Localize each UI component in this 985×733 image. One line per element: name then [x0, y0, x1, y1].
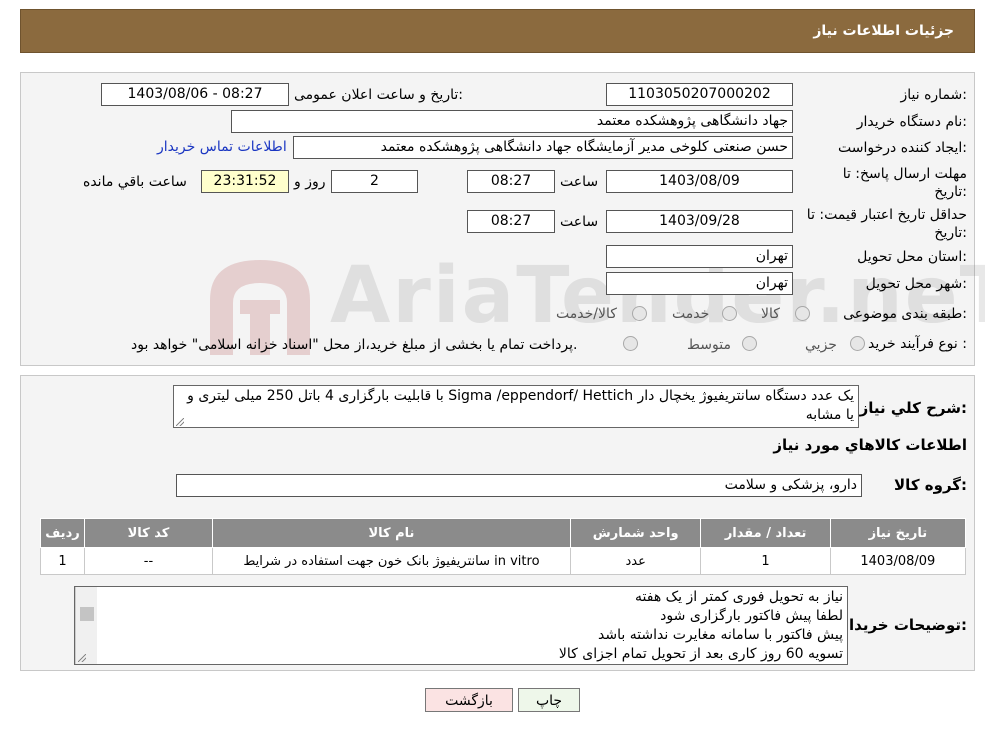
cell-row: 1: [40, 547, 85, 575]
announce-datetime-field: 1403/08/06 - 08:27: [101, 83, 289, 106]
reply-deadline-label: مهلت ارسال پاسخ: تا: [842, 166, 967, 182]
delivery-province-field: تهران: [606, 245, 793, 268]
delivery-city-field: تهران: [606, 272, 793, 295]
buyer-contact-link[interactable]: اطلاعات تماس خریدار: [157, 139, 287, 155]
description-label: شرح کلي نياز:: [859, 399, 967, 417]
print-button[interactable]: چاپ: [518, 688, 580, 712]
col-row: رديف: [40, 518, 85, 548]
reply-deadline-time-label: ساعت: [560, 174, 599, 190]
buyer-org-label: نام دستگاه خریدار:: [856, 114, 967, 130]
resize-grip-icon[interactable]: [176, 418, 184, 426]
col-code: کد کالا: [83, 518, 213, 548]
col-quantity: تعداد / مقدار: [700, 518, 831, 548]
cell-unit: عدد: [569, 547, 702, 575]
cell-name: سانتریفیوژ بانک خون جهت استفاده در شرایط…: [211, 547, 571, 575]
buyer-org-field: جهاد دانشگاهی پژوهشکده معتمد: [231, 110, 793, 133]
back-button[interactable]: بازگشت: [425, 688, 513, 712]
remaining-time-field: 23:31:52: [201, 170, 289, 193]
buyer-notes-textarea[interactable]: نیاز به تحویل فوری کمتر از یک هفته لطفا …: [74, 586, 848, 665]
category-radio-goods-service[interactable]: [632, 306, 647, 321]
cell-need-date: 1403/08/09: [829, 547, 967, 575]
cell-quantity: 1: [700, 547, 831, 575]
purchase-type-option-minor: جزيي: [805, 337, 837, 353]
reply-deadline-label-date: تاریخ:: [934, 184, 967, 200]
cell-code: --: [83, 547, 213, 575]
price-validity-time-field: 08:27: [467, 210, 555, 233]
category-option-goods: کالا: [761, 306, 780, 322]
reply-deadline-date-field: 1403/08/09: [606, 170, 793, 193]
buyer-notes-label: توضیحات خریدار:: [840, 616, 967, 634]
requester-label: ایجاد کننده درخواست:: [838, 140, 967, 156]
purchase-type-radio-minor[interactable]: [850, 336, 865, 351]
resize-grip-icon[interactable]: [78, 654, 86, 662]
col-name: نام کالا: [211, 518, 571, 548]
goods-table: رديف کد کالا نام کالا واحد شمارش تعداد /…: [40, 518, 967, 575]
days-label: روز و: [294, 174, 326, 190]
buyer-note-line: نیاز به تحویل فوری کمتر از یک هفته: [635, 589, 843, 605]
purchase-type-label: نوع فرآیند خرید :: [868, 336, 967, 352]
col-unit: واحد شمارش: [569, 518, 702, 548]
category-radio-service[interactable]: [722, 306, 737, 321]
buyer-note-line: لطفا پیش فاکتور بارگزاری شود: [660, 608, 843, 624]
category-label: طبقه بندی موضوعی:: [843, 306, 967, 322]
buyer-notes-scrollbar[interactable]: [75, 587, 97, 664]
price-validity-label: حداقل تاریخ اعتبار قیمت: تا: [806, 207, 967, 223]
remaining-time-label: ساعت باقي مانده: [83, 174, 187, 190]
page-title: جزئیات اطلاعات نیاز: [813, 23, 954, 39]
page-header: جزئیات اطلاعات نیاز: [20, 9, 975, 53]
delivery-province-label: استان محل تحویل:: [857, 249, 967, 265]
goods-table-header: رديف کد کالا نام کالا واحد شمارش تعداد /…: [40, 518, 967, 548]
description-text: یک عدد دستگاه سانتریفیوژ یخچال دار Sigma…: [187, 388, 854, 423]
delivery-city-label: شهر محل تحویل:: [865, 276, 967, 292]
requester-field: حسن صنعتی کلوخی مدیر آزمایشگاه جهاد دانش…: [293, 136, 793, 159]
category-option-goods-service: کالا/خدمت: [556, 306, 617, 322]
need-number-field: 1103050207000202: [606, 83, 793, 106]
treasury-payment-checkbox[interactable]: [623, 336, 638, 351]
reply-deadline-time-field: 08:27: [467, 170, 555, 193]
category-radio-goods[interactable]: [795, 306, 810, 321]
goods-group-field: دارو، پزشکی و سلامت: [176, 474, 862, 497]
buyer-note-line: پیش فاکتور با سامانه مغایرت نداشته باشد: [598, 627, 843, 643]
category-option-service: خدمت: [672, 306, 710, 322]
treasury-payment-note: پرداخت تمام یا بخشی از مبلغ خرید،از محل …: [131, 337, 578, 353]
price-validity-date-field: 1403/09/28: [606, 210, 793, 233]
remaining-days-field: 2: [331, 170, 418, 193]
table-row: 1 -- سانتریفیوژ بانک خون جهت استفاده در …: [40, 547, 967, 575]
col-need-date: تاریخ نیاز: [829, 518, 967, 548]
goods-section-title: اطلاعات کالاهاي مورد نياز: [773, 436, 967, 454]
announce-datetime-label: تاریخ و ساعت اعلان عمومی:: [294, 87, 463, 103]
need-number-label: شماره نیاز:: [900, 87, 967, 103]
price-validity-label-date: تاریخ:: [934, 225, 967, 241]
price-validity-time-label: ساعت: [560, 214, 599, 230]
purchase-type-option-medium: متوسط: [687, 337, 731, 353]
goods-group-label: گروه کالا:: [894, 476, 967, 494]
purchase-type-radio-medium[interactable]: [742, 336, 757, 351]
buyer-note-line: تسویه 60 روز کاری بعد از تحویل تمام اجزا…: [558, 646, 843, 662]
description-textarea: یک عدد دستگاه سانتریفیوژ یخچال دار Sigma…: [173, 385, 859, 428]
scrollbar-thumb[interactable]: [80, 607, 94, 621]
